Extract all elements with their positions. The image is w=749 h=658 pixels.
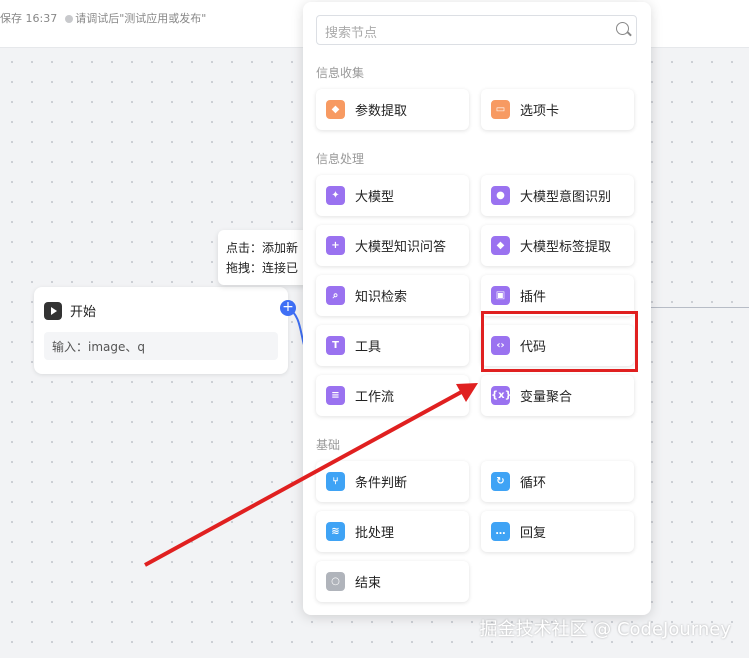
node-item-label: 循环 (520, 476, 547, 491)
node-item-branch[interactable]: ⑂ 条件判断 (316, 461, 469, 502)
node-item-search[interactable]: ⌕ 知识检索 (316, 275, 469, 316)
node-item-tag[interactable]: ◆ 大模型标签提取 (481, 225, 634, 266)
reply-icon: … (491, 522, 510, 541)
node-item-label: 选项卡 (520, 104, 560, 119)
play-icon (44, 301, 62, 320)
watermark: 掘金技术社区 @ CodeJourney (479, 619, 731, 640)
node-item-label: 工作流 (355, 390, 395, 405)
tooltip-line: 点击：添加新 (226, 241, 299, 255)
card-icon: ▭ (491, 100, 510, 119)
node-item-label: 大模型标签提取 (520, 240, 612, 255)
node-item-layers[interactable]: ≋ 批处理 (316, 511, 469, 552)
cube-icon: ▣ (491, 286, 510, 305)
node-item-sparkle[interactable]: ✦ 大模型 (316, 175, 469, 216)
node-item-label: 结束 (355, 576, 382, 591)
tooltip-line: 拖拽：连接已 (226, 261, 299, 275)
chat-plus-icon: + (326, 236, 345, 255)
add-node-button[interactable]: + (280, 300, 296, 316)
layers-icon: ≋ (326, 522, 345, 541)
tool-icon: T (326, 336, 345, 355)
node-item-label: 条件判断 (355, 476, 408, 491)
node-item-tool[interactable]: T 工具 (316, 325, 469, 366)
node-item-label: 批处理 (355, 526, 395, 541)
node-item-label: 参数提取 (355, 104, 408, 119)
node-title: 开始 (70, 305, 97, 320)
search-input[interactable]: 搜索节点 (316, 15, 637, 45)
end-icon: ○ (326, 572, 345, 591)
node-input: 输入：image、q (44, 332, 278, 360)
node-item-label: 大模型知识问答 (355, 240, 447, 255)
param-extract-icon: ◆ (326, 100, 345, 119)
node-item-cube[interactable]: ▣ 插件 (481, 275, 634, 316)
tag-icon: ◆ (491, 236, 510, 255)
branch-icon: ⑂ (326, 472, 345, 491)
node-picker-panel: 搜索节点 信息收集 ◆ 参数提取 ▭ 选项卡信息处理 ✦ 大模型 ● 大模型意图识别 + 大模型知识… (303, 2, 651, 615)
node-item-workflow[interactable]: ≡ 工作流 (316, 375, 469, 416)
search-icon: ⌕ (326, 286, 345, 305)
search-icon (616, 22, 629, 35)
edge-line (651, 307, 749, 308)
node-item-variable[interactable]: {x} 变量聚合 (481, 375, 634, 416)
highlight-box (481, 311, 638, 372)
section-title: 信息处理 (316, 152, 365, 166)
node-item-param-extract[interactable]: ◆ 参数提取 (316, 89, 469, 130)
node-item-card[interactable]: ▭ 选项卡 (481, 89, 634, 130)
node-item-robot[interactable]: ● 大模型意图识别 (481, 175, 634, 216)
node-item-label: 插件 (520, 290, 547, 305)
node-item-label: 变量聚合 (520, 390, 573, 405)
start-node[interactable]: 开始 输入：image、q (34, 287, 288, 374)
node-item-label: 知识检索 (355, 290, 408, 305)
node-item-reply[interactable]: … 回复 (481, 511, 634, 552)
section-title: 信息收集 (316, 66, 365, 80)
loop-icon: ↻ (491, 472, 510, 491)
robot-icon: ● (491, 186, 510, 205)
node-item-end[interactable]: ○ 结束 (316, 561, 469, 602)
sparkle-icon: ✦ (326, 186, 345, 205)
search-placeholder: 搜索节点 (325, 26, 378, 41)
node-item-label: 回复 (520, 526, 547, 541)
node-item-label: 大模型 (355, 190, 395, 205)
node-item-chat-plus[interactable]: + 大模型知识问答 (316, 225, 469, 266)
node-item-label: 工具 (355, 340, 382, 355)
section-title: 基础 (316, 438, 341, 452)
workflow-icon: ≡ (326, 386, 345, 405)
node-item-label: 大模型意图识别 (520, 190, 612, 205)
node-item-loop[interactable]: ↻ 循环 (481, 461, 634, 502)
variable-icon: {x} (491, 386, 512, 405)
